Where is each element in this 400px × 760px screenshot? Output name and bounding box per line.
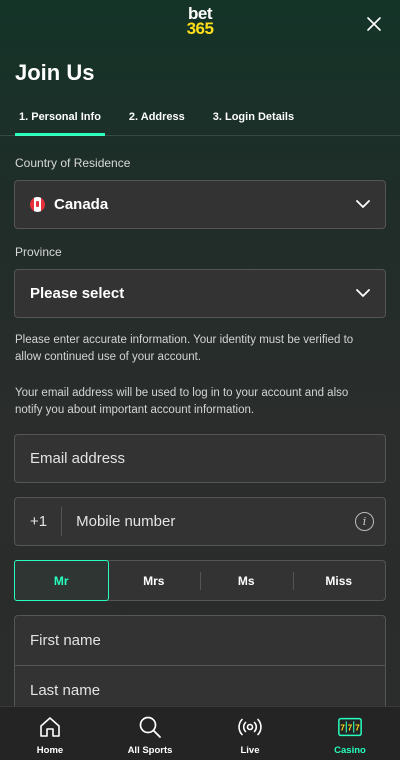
page-title: Join Us bbox=[15, 60, 95, 85]
first-name-field[interactable]: First name bbox=[15, 616, 385, 665]
search-icon bbox=[137, 714, 163, 740]
mobile-placeholder: Mobile number bbox=[76, 513, 176, 530]
info-icon[interactable]: i bbox=[355, 512, 374, 531]
logo-text-bottom: 365 bbox=[186, 19, 214, 38]
bet365-logo: bet 365 bbox=[0, 5, 400, 38]
nav-all-sports-label: All Sports bbox=[127, 745, 173, 756]
country-label: Country of Residence bbox=[15, 156, 131, 170]
svg-text:7: 7 bbox=[340, 723, 345, 733]
bottom-navigation: Home All Sports Live 7 7 7 Casino bbox=[0, 706, 400, 760]
canada-flag-icon bbox=[30, 197, 45, 212]
country-select[interactable]: Canada bbox=[14, 180, 386, 229]
svg-text:7: 7 bbox=[355, 723, 360, 733]
live-broadcast-icon bbox=[237, 714, 263, 740]
email-field[interactable]: Email address bbox=[14, 434, 386, 483]
close-icon bbox=[367, 17, 381, 31]
province-value: Please select bbox=[30, 285, 125, 302]
tabs-divider bbox=[0, 135, 400, 136]
app-root: bet 365 Join Us 1. Personal Info 2. Addr… bbox=[0, 0, 400, 760]
first-name-placeholder: First name bbox=[30, 632, 101, 649]
nav-home-label: Home bbox=[36, 745, 64, 756]
nav-live-label: Live bbox=[240, 745, 260, 756]
last-name-placeholder: Last name bbox=[30, 681, 101, 699]
province-label: Province bbox=[15, 245, 62, 259]
name-fields: First name Last name bbox=[14, 615, 386, 715]
identity-info-text: Please enter accurate information. Your … bbox=[15, 334, 354, 363]
country-value: Canada bbox=[54, 196, 109, 213]
nav-all-sports[interactable]: All Sports bbox=[100, 707, 200, 760]
tab-login-details[interactable]: 3. Login Details bbox=[209, 111, 298, 136]
title-option-ms[interactable]: Ms bbox=[200, 561, 293, 600]
slot-machine-icon: 7 7 7 bbox=[337, 714, 363, 740]
chevron-down-icon bbox=[356, 200, 370, 208]
nav-casino[interactable]: 7 7 7 Casino bbox=[300, 707, 400, 760]
chevron-down-icon bbox=[356, 289, 370, 297]
title-option-miss[interactable]: Miss bbox=[292, 561, 386, 600]
title-option-mr[interactable]: Mr bbox=[14, 560, 109, 601]
email-info-text: Your email address will be used to log i… bbox=[15, 387, 349, 416]
tab-personal-info[interactable]: 1. Personal Info bbox=[15, 111, 105, 136]
step-tabs: 1. Personal Info 2. Address 3. Login Det… bbox=[15, 111, 318, 136]
province-select[interactable]: Please select bbox=[14, 269, 386, 318]
home-icon bbox=[37, 714, 63, 740]
phone-country-code[interactable]: +1 bbox=[30, 507, 63, 536]
nav-live[interactable]: Live bbox=[200, 707, 300, 760]
title-option-mrs[interactable]: Mrs bbox=[108, 561, 201, 600]
nav-home[interactable]: Home bbox=[0, 707, 100, 760]
svg-text:7: 7 bbox=[348, 723, 353, 733]
tab-address[interactable]: 2. Address bbox=[125, 111, 189, 136]
nav-casino-label: Casino bbox=[334, 745, 366, 756]
title-selector: Mr Mrs Ms Miss bbox=[14, 560, 386, 601]
mobile-number-field[interactable]: +1 Mobile number i bbox=[14, 497, 386, 546]
email-placeholder: Email address bbox=[30, 450, 126, 467]
close-button[interactable] bbox=[364, 14, 384, 34]
